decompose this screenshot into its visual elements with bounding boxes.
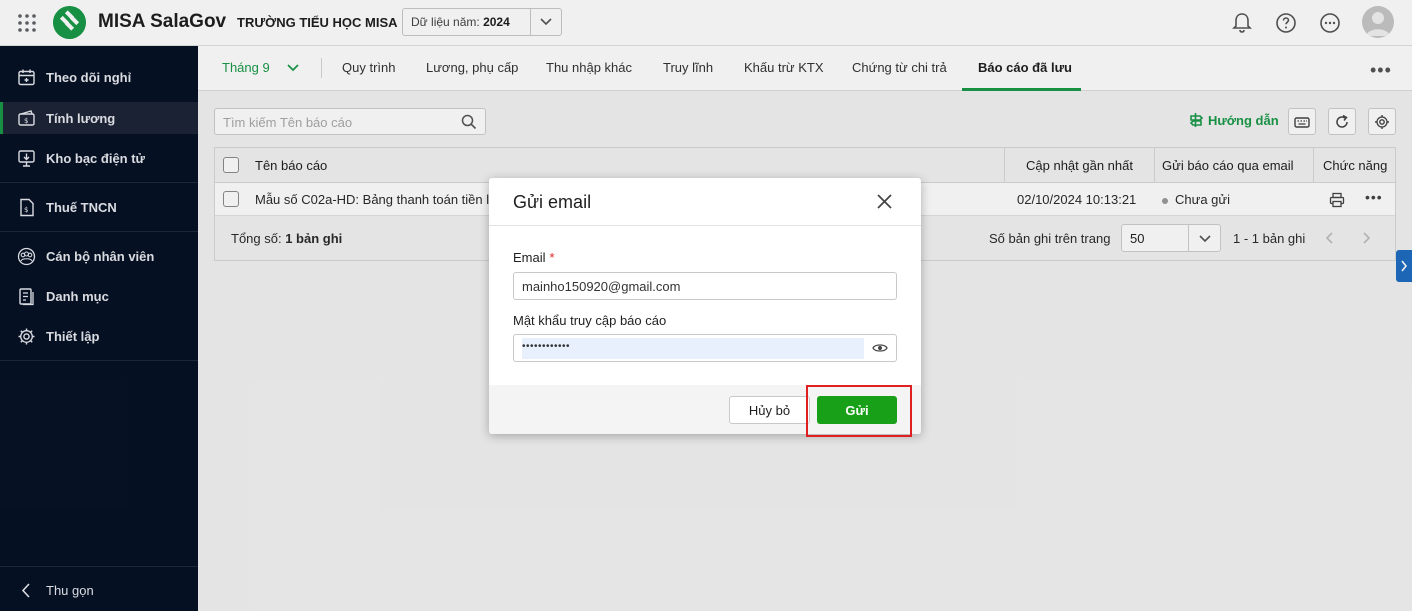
send-button-highlight [806,385,912,437]
password-label: Mật khẩu truy cập báo cáo [513,313,667,328]
eye-icon[interactable] [872,341,888,355]
dialog-title: Gửi email [513,192,592,212]
password-value: •••••••••••• [522,341,571,352]
password-autofill: •••••••••••• [522,338,864,359]
email-label: Email * [513,250,555,265]
email-field[interactable]: mainho150920@gmail.com [513,272,897,300]
password-field[interactable]: •••••••••••• [513,334,897,362]
email-value: mainho150920@gmail.com [522,279,681,294]
close-icon[interactable] [876,193,893,210]
cancel-button[interactable]: Hủy bỏ [729,396,810,424]
